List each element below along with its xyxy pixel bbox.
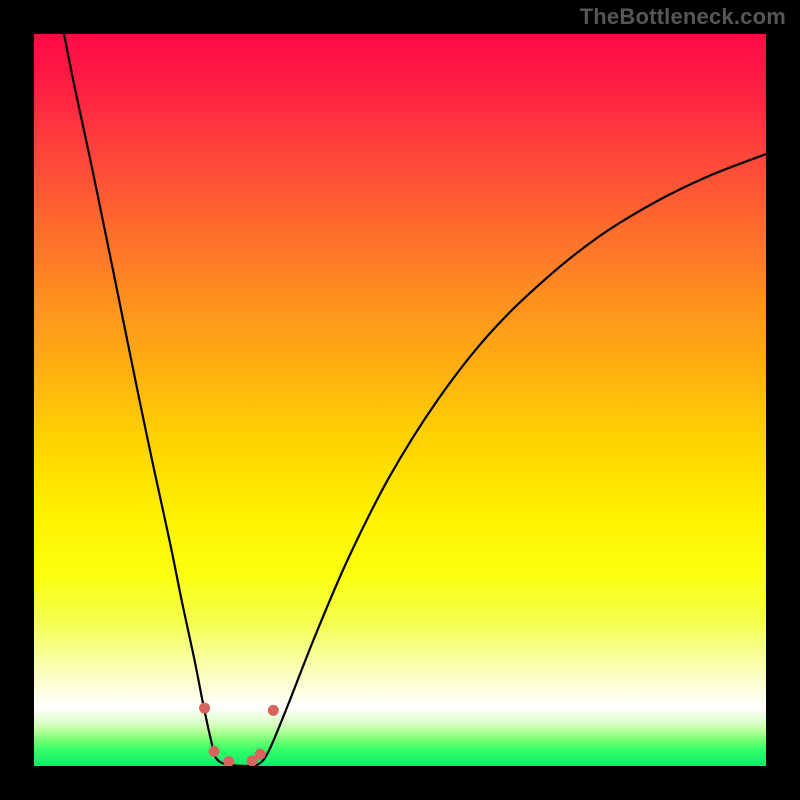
data-marker	[199, 703, 210, 714]
data-marker	[268, 705, 279, 716]
watermark-text: TheBottleneck.com	[580, 4, 786, 30]
data-marker	[209, 746, 220, 757]
plot-area	[34, 34, 766, 766]
data-marker	[255, 749, 266, 760]
curve-right	[245, 154, 766, 766]
curve-left	[64, 34, 245, 766]
chart-container: TheBottleneck.com	[0, 0, 800, 800]
data-marker	[223, 756, 234, 766]
curves-svg	[34, 34, 766, 766]
